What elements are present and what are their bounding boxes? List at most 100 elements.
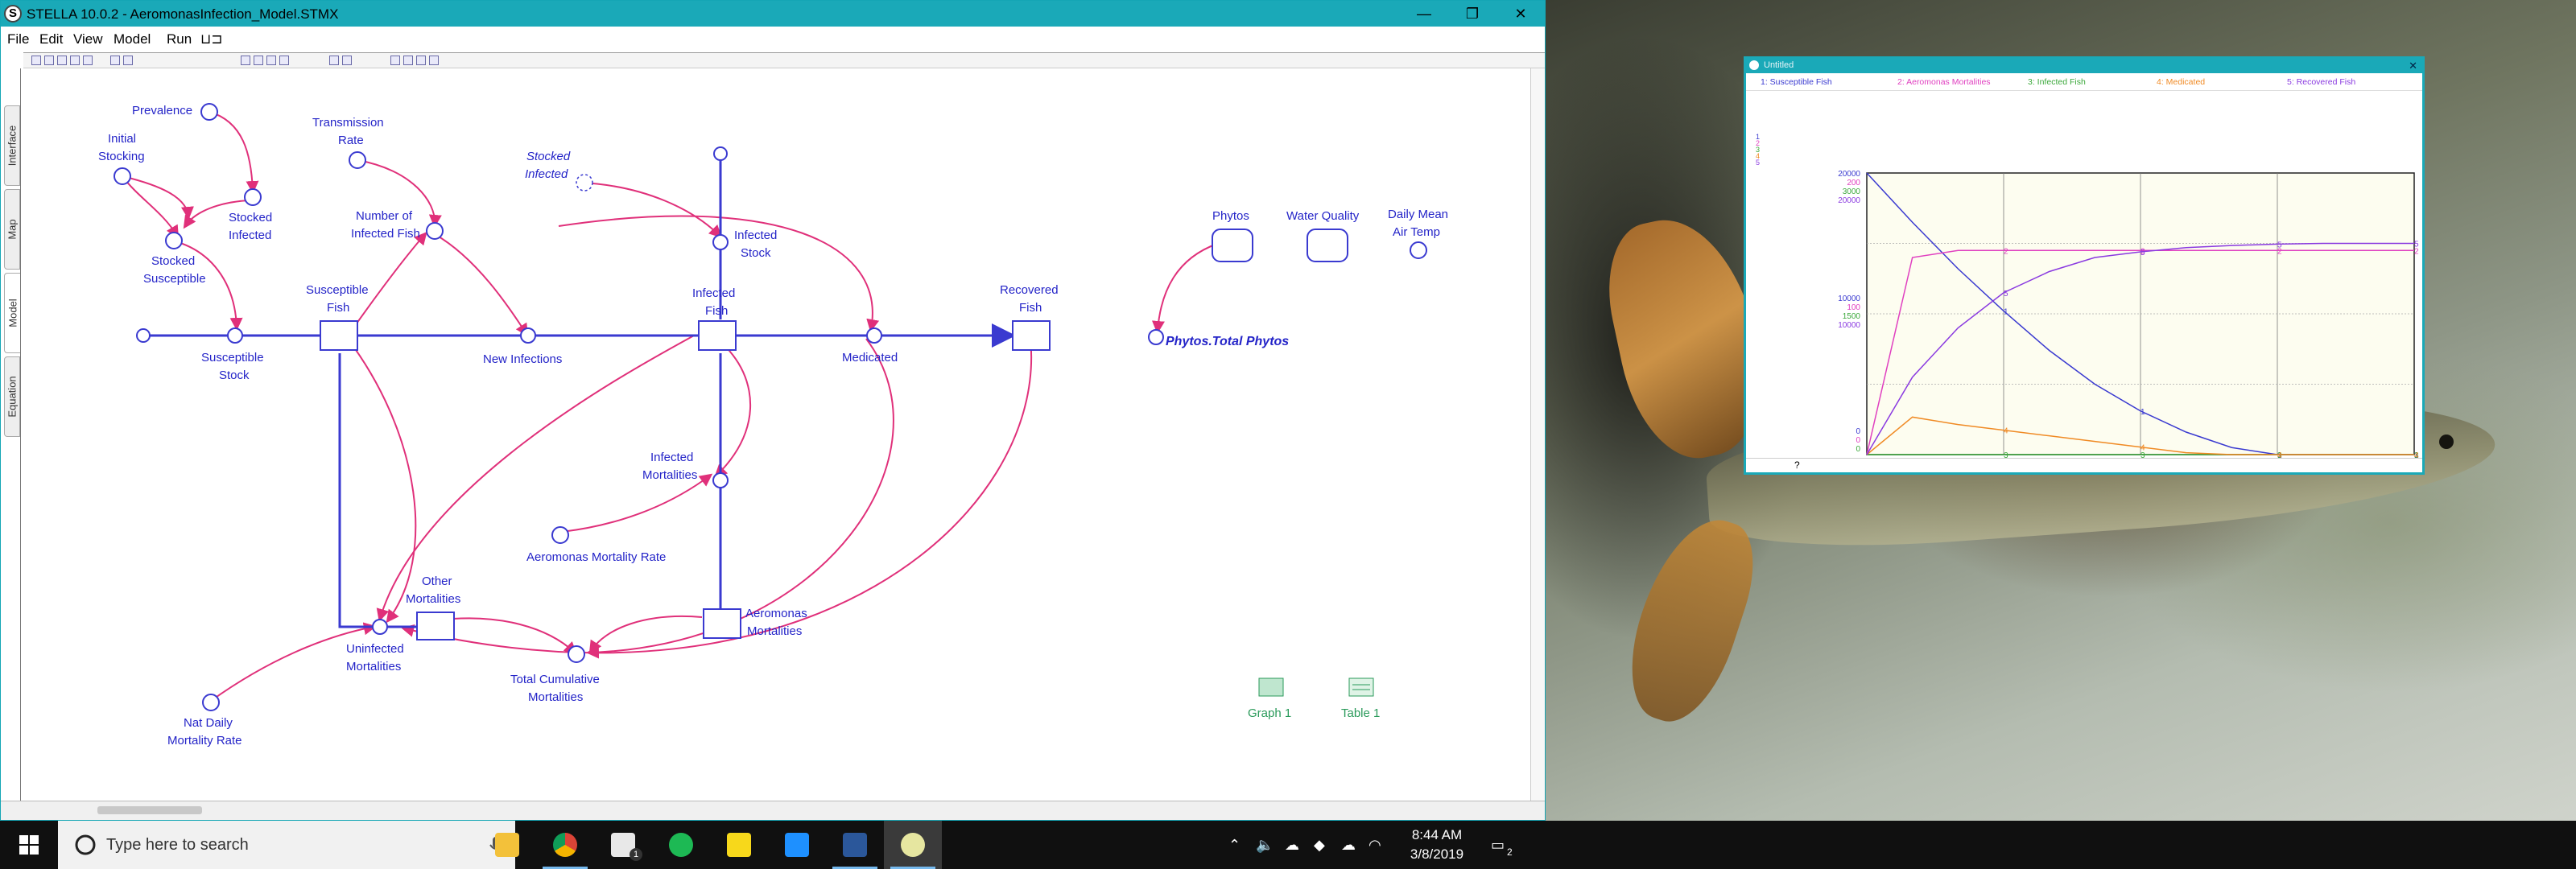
spotify-taskbar[interactable]: [652, 821, 710, 869]
model-canvas[interactable]: Prevalence Initial Stocking Stocked Infe…: [20, 68, 1546, 801]
restore-button[interactable]: ❐: [1448, 1, 1496, 27]
clock[interactable]: 8:44 AM 3/8/2019: [1401, 826, 1473, 864]
connector[interactable]: [434, 233, 529, 337]
table-tool-icon[interactable]: [123, 56, 133, 65]
graph-tool-icon[interactable]: [110, 56, 120, 65]
text-tool-icon[interactable]: [329, 56, 339, 65]
converter-stocked-susceptible[interactable]: [165, 232, 183, 249]
tab-interface[interactable]: Interface: [4, 105, 20, 186]
sticky-notes-taskbar[interactable]: [710, 821, 768, 869]
connector[interactable]: [580, 182, 722, 238]
module-water-quality[interactable]: [1307, 229, 1348, 262]
search-box[interactable]: Type here to search: [58, 821, 515, 869]
stella-taskbar[interactable]: [884, 821, 942, 869]
connector[interactable]: [588, 616, 703, 654]
converter-transmission-rate[interactable]: [349, 151, 366, 169]
graph-close-button[interactable]: ✕: [2409, 60, 2417, 72]
stock-tool-icon[interactable]: [44, 56, 54, 65]
table1-icon[interactable]: [1348, 677, 1374, 697]
stock-aeromonas-mortalities[interactable]: [703, 608, 741, 639]
scroll-thumb[interactable]: [97, 806, 202, 814]
converter-nat-daily[interactable]: [202, 694, 220, 711]
button-tool-icon[interactable]: [266, 56, 276, 65]
connector[interactable]: [401, 338, 1033, 654]
module-phytos[interactable]: [1212, 229, 1253, 262]
stock-infected-fish[interactable]: [698, 320, 737, 351]
slider-tool-icon[interactable]: [279, 56, 289, 65]
dynamite-tool-icon[interactable]: [403, 56, 413, 65]
horizontal-scrollbar[interactable]: [1, 801, 1545, 820]
stock-susceptible-fish[interactable]: [320, 320, 358, 351]
dropbox-icon[interactable]: ◆: [1314, 837, 1325, 854]
connector[interactable]: [352, 231, 427, 330]
menu-file[interactable]: File: [7, 31, 29, 47]
graph-window[interactable]: Untitled ✕ 1: Susceptible Fish 2: Aeromo…: [1744, 56, 2425, 475]
valve-infected-stock[interactable]: [712, 234, 729, 250]
converter-initial-stocking[interactable]: [114, 167, 131, 185]
converter-aeromonas-mortality-rate[interactable]: [551, 526, 569, 544]
module-tool-icon[interactable]: [241, 56, 250, 65]
volume-icon[interactable]: 🔈: [1256, 837, 1274, 854]
cloud-icon[interactable]: ☁: [1285, 837, 1299, 854]
word-taskbar[interactable]: [826, 821, 884, 869]
app-blue-taskbar[interactable]: [768, 821, 826, 869]
tab-map[interactable]: Map: [4, 189, 20, 270]
menu-view[interactable]: View: [73, 31, 103, 47]
graph-title-bar[interactable]: Untitled ✕: [1746, 59, 2422, 73]
vertical-scrollbar[interactable]: [1530, 68, 1545, 801]
converter-total-cumulative[interactable]: [568, 645, 585, 663]
title-bar[interactable]: S STELLA 10.0.2 - AeromonasInfection_Mod…: [1, 1, 1545, 27]
connector[interactable]: [347, 338, 417, 624]
stock-other-mortalities[interactable]: [416, 612, 455, 640]
ghost-tool-icon[interactable]: [429, 56, 439, 65]
picture-tool-icon[interactable]: [342, 56, 352, 65]
tab-equation[interactable]: Equation: [4, 356, 20, 437]
graph-plot[interactable]: 0.0030.0060.0090.00120.00Days20000200300…: [1746, 91, 2422, 458]
connector[interactable]: [586, 338, 894, 659]
menu-edit[interactable]: Edit: [39, 31, 63, 47]
converter-daily-mean-air-temp[interactable]: [1410, 241, 1427, 259]
connector[interactable]: [1151, 243, 1218, 334]
graph1-icon[interactable]: [1258, 677, 1284, 697]
converter-number-infected[interactable]: [426, 222, 444, 240]
wifi-icon[interactable]: ◠: [1368, 837, 1381, 854]
connector-tool-icon[interactable]: [83, 56, 93, 65]
notification-icon[interactable]: ▭: [1491, 837, 1505, 854]
mail-taskbar[interactable]: 1: [594, 821, 652, 869]
converter-tool-icon[interactable]: [70, 56, 80, 65]
y-tick-label: 0: [1856, 445, 1860, 454]
model-diagram[interactable]: Prevalence Initial Stocking Stocked Infe…: [21, 68, 1531, 801]
valve-infected-mortalities[interactable]: [712, 472, 729, 488]
chevron-up-icon[interactable]: ⌃: [1228, 837, 1241, 854]
start-button[interactable]: [0, 821, 58, 869]
ghost-phytos-total[interactable]: [1148, 329, 1164, 345]
chrome-taskbar[interactable]: [536, 821, 594, 869]
valve-new-infections[interactable]: [520, 327, 536, 344]
converter-stocked-infected[interactable]: [244, 188, 262, 206]
label-total-cumulative: Total Cumulative: [510, 673, 600, 686]
stock-recovered-fish[interactable]: [1012, 320, 1051, 351]
menu-extra[interactable]: ⊔⊐: [200, 31, 223, 47]
minimize-button[interactable]: —: [1400, 1, 1448, 27]
connector[interactable]: [561, 473, 713, 533]
connector[interactable]: [208, 111, 259, 194]
valve-uninfected-mortalities[interactable]: [372, 619, 388, 635]
help-icon[interactable]: ?: [1794, 459, 1800, 471]
ghost-stocked-infected[interactable]: [576, 174, 593, 192]
connector[interactable]: [122, 175, 180, 239]
menu-run[interactable]: Run: [167, 31, 192, 47]
onedrive-icon[interactable]: ☁: [1341, 837, 1356, 854]
menu-model[interactable]: Model: [114, 31, 151, 47]
valve-susceptible-stock[interactable]: [227, 327, 243, 344]
flow-tool-icon[interactable]: [57, 56, 67, 65]
close-button[interactable]: ✕: [1496, 1, 1545, 27]
pointer-tool-icon[interactable]: [31, 56, 41, 65]
valve-medicated[interactable]: [866, 327, 882, 344]
connector[interactable]: [701, 328, 751, 478]
tab-model[interactable]: Model: [4, 273, 20, 353]
hand-tool-icon[interactable]: [390, 56, 400, 65]
file-explorer-taskbar[interactable]: [478, 821, 536, 869]
converter-prevalence[interactable]: [200, 103, 218, 121]
sector-tool-icon[interactable]: [254, 56, 263, 65]
paintbrush-tool-icon[interactable]: [416, 56, 426, 65]
